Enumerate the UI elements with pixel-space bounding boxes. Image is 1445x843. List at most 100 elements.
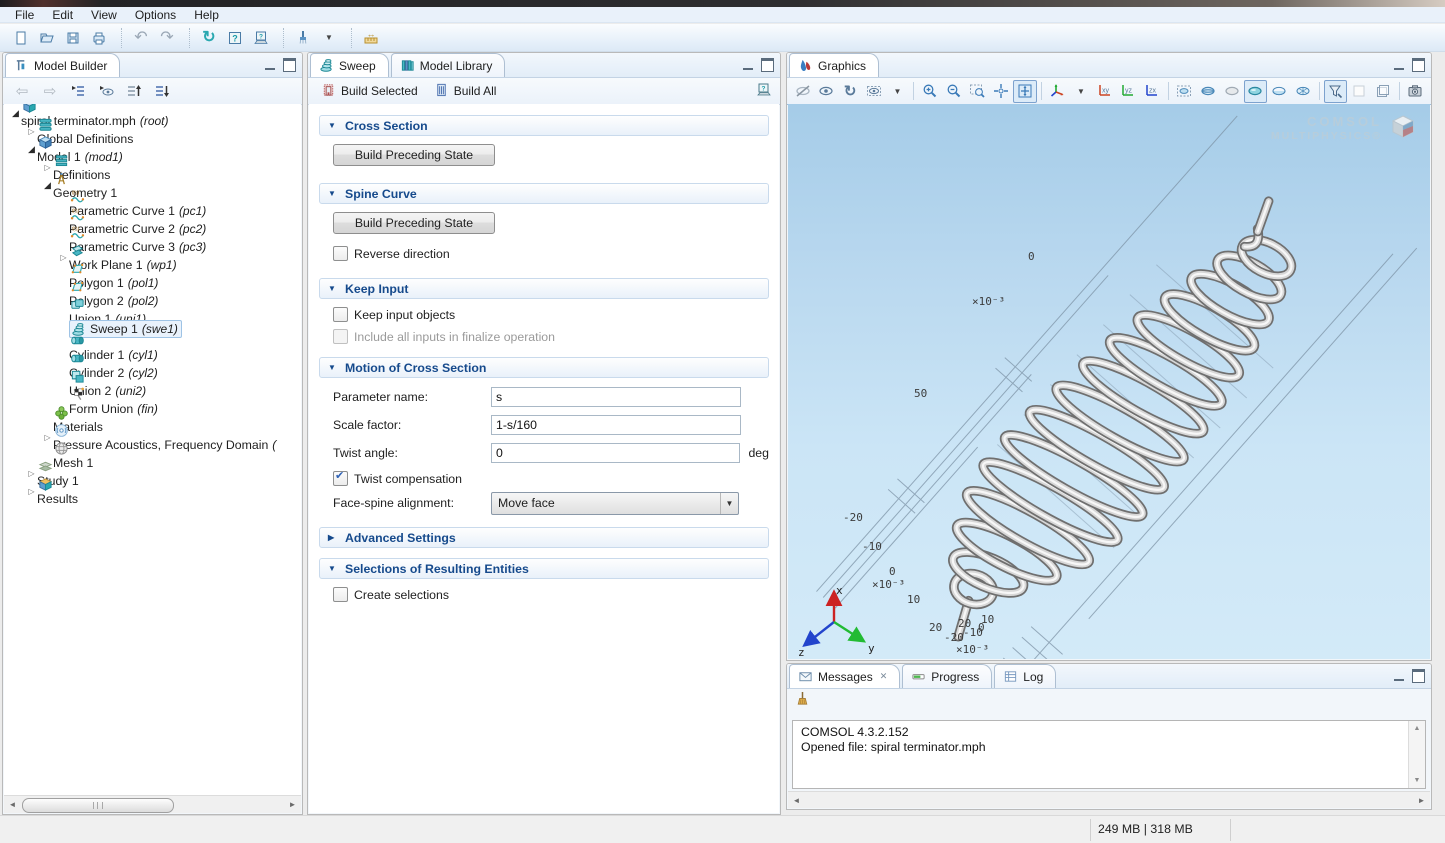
tab-model-builder[interactable]: Model Builder — [5, 53, 120, 77]
collapse-arrow-icon[interactable]: ◢ — [26, 144, 37, 155]
default-3d-view-icon[interactable] — [1045, 80, 1069, 103]
move-up-icon[interactable] — [121, 79, 147, 103]
outline-view-icon[interactable] — [1371, 80, 1395, 103]
clear-messages-broom-icon[interactable] — [795, 691, 810, 709]
maximize-icon[interactable] — [1412, 58, 1425, 72]
clear-brush-icon[interactable] — [290, 26, 316, 50]
include-all-inputs-checkbox[interactable] — [333, 329, 348, 344]
settings-help-icon[interactable]: ? — [756, 82, 772, 101]
zoom-selected-icon[interactable] — [1013, 80, 1037, 103]
messages-hscrollbar[interactable]: ◄ ► — [788, 791, 1430, 808]
maximize-icon[interactable] — [283, 58, 296, 72]
show-icon[interactable] — [93, 79, 119, 103]
tree-item-polygon-2[interactable]: Polygon 2(pol2) — [4, 284, 301, 302]
twist-angle-input[interactable] — [491, 443, 740, 463]
save-icon[interactable] — [60, 26, 86, 50]
shaded-icon[interactable] — [1244, 80, 1268, 103]
maximize-icon[interactable] — [761, 58, 774, 72]
measure-icon[interactable]: ↔ — [358, 26, 384, 50]
tree-item-model-1[interactable]: ◢Model 1(mod1) — [4, 140, 301, 158]
section-selections-of-resulting-entities[interactable]: ▼Selections of Resulting Entities — [319, 558, 769, 579]
collapse-all-icon[interactable] — [65, 79, 91, 103]
graphics-3d-view[interactable]: COMSOL MULTIPHYSICS® 0×10⁻³50-20-100×10⁻… — [788, 104, 1430, 659]
section-advanced-settings[interactable]: ▶Advanced Settings — [319, 527, 769, 548]
collapse-arrow-icon[interactable]: ◢ — [42, 180, 53, 191]
create-selections-checkbox[interactable] — [333, 587, 348, 602]
brush-dropdown-icon[interactable]: ▼ — [316, 26, 342, 50]
transparency-icon[interactable] — [1220, 80, 1244, 103]
documentation-icon[interactable]: ? — [248, 26, 274, 50]
twist-compensation-checkbox[interactable]: ✔ — [333, 471, 348, 486]
build-selected-button[interactable]: Build Selected — [314, 79, 425, 103]
hidden-faces-icon[interactable] — [1267, 80, 1291, 103]
build-preceding-state-button[interactable]: Build Preceding State — [333, 212, 495, 234]
view-yz-icon[interactable]: yz — [1116, 80, 1140, 103]
tab-sweep[interactable]: Sweep — [310, 53, 389, 77]
model-tree-hscrollbar[interactable]: ◄ ► — [4, 795, 301, 813]
refresh-view-icon[interactable]: ↻ — [838, 80, 862, 103]
scroll-left-icon[interactable]: ◄ — [788, 792, 805, 808]
minimize-icon[interactable] — [1394, 65, 1404, 70]
dropdown-icon[interactable]: ▼ — [1069, 80, 1093, 103]
back-icon[interactable]: ⇦ — [9, 79, 35, 103]
scale-factor-input[interactable] — [491, 415, 741, 435]
blank-view-icon[interactable] — [1347, 80, 1371, 103]
scroll-thumb[interactable] — [22, 798, 174, 813]
visibility-icon[interactable] — [815, 80, 839, 103]
view-unhide-icon[interactable] — [862, 80, 886, 103]
menu-view[interactable]: View — [82, 7, 126, 23]
face-spine-alignment-select[interactable]: Move face ▼ — [491, 492, 739, 515]
expand-arrow-icon[interactable]: ▷ — [26, 127, 37, 136]
deselect-icon[interactable] — [791, 80, 815, 103]
undo-icon[interactable]: ↶ — [128, 26, 154, 50]
view-filter-icon[interactable] — [1324, 80, 1348, 103]
help-icon[interactable]: ? — [222, 26, 248, 50]
build-all-button[interactable]: Build All — [427, 79, 504, 103]
parameter-name-input[interactable] — [491, 387, 741, 407]
expand-arrow-icon[interactable]: ▷ — [42, 163, 53, 172]
tree-item-form-union[interactable]: Form Union(fin) — [4, 392, 301, 410]
scroll-right-icon[interactable]: ► — [284, 796, 301, 813]
tab-log[interactable]: Log — [994, 664, 1056, 688]
open-file-icon[interactable] — [34, 26, 60, 50]
build-preceding-state-button[interactable]: Build Preceding State — [333, 144, 495, 166]
view-xy-icon[interactable]: xy — [1093, 80, 1117, 103]
scroll-right-icon[interactable]: ► — [1413, 792, 1430, 808]
forward-icon[interactable]: ⇨ — [37, 79, 63, 103]
minimize-icon[interactable] — [743, 65, 753, 70]
scene-settings-icon[interactable] — [1173, 80, 1197, 103]
keep-input-objects-checkbox[interactable] — [333, 307, 348, 322]
tree-item-cylinder-2[interactable]: Cylinder 2(cyl2) — [4, 356, 301, 374]
expand-arrow-icon[interactable]: ▷ — [58, 253, 69, 262]
menu-file[interactable]: File — [6, 7, 43, 23]
expand-arrow-icon[interactable]: ▷ — [42, 433, 53, 442]
zoom-box-icon[interactable] — [966, 80, 990, 103]
tree-item-pressure-acoustics-frequency-domain[interactable]: ▷Pressure Acoustics, Frequency Domain( — [4, 428, 301, 446]
mesh-sphere-icon[interactable] — [1291, 80, 1315, 103]
print-icon[interactable] — [86, 26, 112, 50]
expand-arrow-icon[interactable]: ▷ — [26, 487, 37, 496]
scroll-down-icon[interactable]: ▼ — [1409, 773, 1425, 788]
reverse-direction-checkbox[interactable] — [333, 246, 348, 261]
snapshot-icon[interactable] — [1403, 80, 1427, 103]
menu-help[interactable]: Help — [185, 7, 228, 23]
scroll-left-icon[interactable]: ◄ — [4, 796, 21, 813]
wireframe-icon[interactable] — [1196, 80, 1220, 103]
view-zx-icon[interactable]: zx — [1140, 80, 1164, 103]
section-motion-of-cross-section[interactable]: ▼Motion of Cross Section — [319, 357, 769, 378]
minimize-icon[interactable] — [265, 65, 275, 70]
move-down-icon[interactable] — [149, 79, 175, 103]
section-keep-input[interactable]: ▼Keep Input — [319, 278, 769, 299]
tab-model-library[interactable]: Model Library — [391, 53, 506, 77]
menu-options[interactable]: Options — [126, 7, 185, 23]
scroll-up-icon[interactable]: ▲ — [1409, 721, 1425, 736]
minimize-icon[interactable] — [1394, 676, 1404, 681]
tree-item-results[interactable]: ▷Results — [4, 482, 301, 500]
expand-arrow-icon[interactable]: ▷ — [26, 469, 37, 478]
dropdown-icon[interactable]: ▼ — [886, 80, 910, 103]
zoom-in-icon[interactable] — [918, 80, 942, 103]
redo-icon[interactable]: ↷ — [154, 26, 180, 50]
tab-messages[interactable]: Messages✕ — [789, 664, 900, 688]
section-cross-section[interactable]: ▼Cross Section — [319, 115, 769, 136]
tab-progress[interactable]: Progress — [902, 664, 992, 688]
